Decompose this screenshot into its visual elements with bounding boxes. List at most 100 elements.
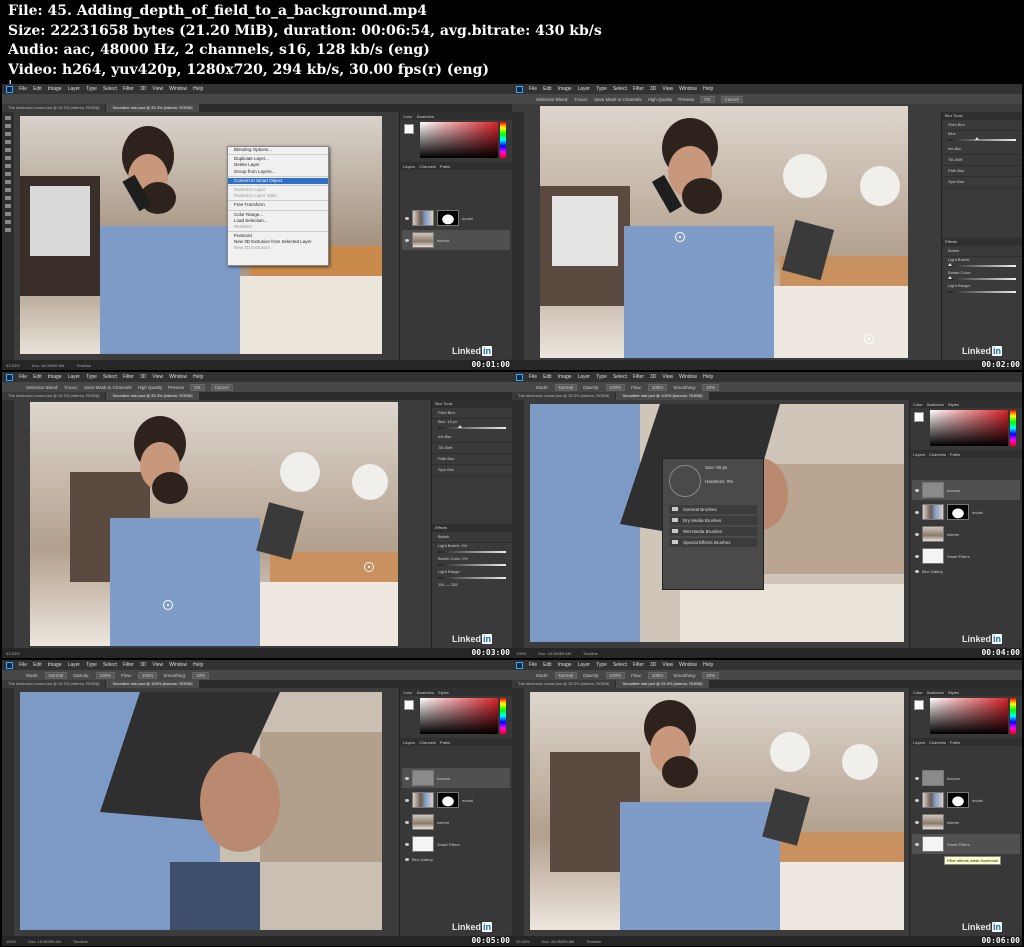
layer-row-interior[interactable]: interior [402,812,510,832]
flow-input[interactable]: 100% [647,383,668,391]
mode-select[interactable]: Normal [554,671,578,679]
tab-color[interactable]: Color [403,690,413,695]
lasso-tool-icon[interactable] [5,132,11,136]
layer-row-blur-gallery[interactable]: Blur Gallery [912,566,1020,576]
brush-folder[interactable]: Wet Media Brushes [669,527,757,536]
layer-mask-thumbnail[interactable] [437,792,459,808]
menu-select[interactable]: Select [613,374,627,380]
menu-help[interactable]: Help [703,86,713,92]
blur-pin-handle[interactable] [364,562,374,572]
eye-icon[interactable] [405,820,409,824]
tab-electronic-home[interactable]: The electronic home.psd @ 33.3% (interio… [2,104,106,112]
menu-view[interactable]: View [662,662,673,668]
menu-select[interactable]: Select [613,86,627,92]
document-canvas[interactable] [540,106,908,358]
menu-filter[interactable]: Filter [123,374,134,380]
slider-knob[interactable] [948,263,952,266]
menu-image[interactable]: Image [558,374,572,380]
layer-row-blur-gallery[interactable]: Blur Gallery [402,854,510,864]
context-item[interactable]: Free Transform [228,202,328,208]
cancel-button[interactable]: Cancel [210,383,233,391]
tilt-shift-item[interactable]: Tilt-Shift [942,155,1022,166]
tab-color[interactable]: Color [403,114,413,119]
tab-layers[interactable]: Layers [403,740,415,745]
filter-mask-thumbnail[interactable] [412,836,434,852]
layer-mask-thumbnail[interactable] [947,792,969,808]
tab-styles[interactable]: Styles [438,690,449,695]
layer-row-smart-filters[interactable]: Smart Filters [912,546,1020,566]
menu-type[interactable]: Type [86,374,97,380]
menu-3d[interactable]: 3D [650,86,656,92]
tab-swatches[interactable]: Swatches [417,690,434,695]
context-item[interactable]: Rasterize Layer Style [228,193,328,199]
menu-window[interactable]: Window [169,86,187,92]
brush-angle-icon[interactable] [669,465,701,497]
tab-smoother-hair[interactable]: Smoother hair.psd @ 33.3% (interior, RGB… [106,392,199,400]
layer-row-model[interactable]: model [402,790,510,810]
slider-knob[interactable] [458,425,463,428]
high-quality-checkbox[interactable]: High Quality [138,385,163,390]
light-bokeh-slider[interactable] [438,551,506,553]
eye-icon[interactable] [915,510,919,514]
menu-window[interactable]: Window [679,86,697,92]
tab-styles[interactable]: Styles [948,690,959,695]
menu-layer[interactable]: Layer [68,374,81,380]
flow-input[interactable]: 100% [647,671,668,679]
menu-help[interactable]: Help [703,662,713,668]
tab-channels[interactable]: Channels [419,164,436,169]
menu-image[interactable]: Image [558,662,572,668]
light-bokeh-value[interactable]: 0% [461,543,467,548]
eye-icon[interactable] [915,488,919,492]
menu-file[interactable]: File [529,86,537,92]
layer-row-model[interactable]: model [912,790,1020,810]
menu-image[interactable]: Image [48,374,62,380]
menu-3d[interactable]: 3D [650,662,656,668]
smoothing-input[interactable]: 10% [702,383,720,391]
eye-icon[interactable] [915,798,919,802]
spin-blur-item[interactable]: Spin Blur [942,177,1022,188]
menu-edit[interactable]: Edit [33,374,42,380]
tab-electronic-home[interactable]: The electronic home.psd @ 33.3% (interio… [2,680,106,688]
save-mask-checkbox[interactable]: Save Mask to Channels [84,385,132,390]
bokeh-color-slider[interactable] [948,276,1016,280]
iris-blur-item[interactable]: Iris Blur [942,144,1022,155]
timeline-label[interactable]: Timeline [583,651,598,656]
tab-layers[interactable]: Layers [403,164,415,169]
size-value[interactable]: 60 px [716,465,727,470]
menu-type[interactable]: Type [86,86,97,92]
document-canvas[interactable] [530,692,904,930]
context-item[interactable]: Reselect [228,224,328,230]
menu-view[interactable]: View [152,374,163,380]
eyedropper-tool-icon[interactable] [5,156,11,160]
menu-type[interactable]: Type [596,662,607,668]
tab-smoother-hair[interactable]: Smoother hair.psd @ 33.3% (interior, RGB… [106,104,199,112]
context-item[interactable]: Blending Options... [228,147,328,153]
stamp-tool-icon[interactable] [5,180,11,184]
menu-layer[interactable]: Layer [578,374,591,380]
brush-folder[interactable]: General Brushes [669,505,757,514]
type-tool-icon[interactable] [5,212,11,216]
eye-icon[interactable] [915,554,919,558]
tab-color[interactable]: Color [913,690,923,695]
color-picker-field[interactable] [930,410,1008,446]
tab-paths[interactable]: Paths [440,164,450,169]
filter-mask-thumbnail[interactable] [922,548,944,564]
range-high[interactable]: 255 [451,582,458,587]
menu-select[interactable]: Select [103,86,117,92]
menu-file[interactable]: File [19,374,27,380]
menu-type[interactable]: Type [596,374,607,380]
menu-view[interactable]: View [152,86,163,92]
timeline-label[interactable]: Timeline [76,363,91,368]
bokeh-color-slider[interactable] [438,564,506,566]
blur-slider[interactable] [948,137,1016,141]
field-blur-item[interactable]: Field Blur [942,120,1022,131]
slider-knob[interactable] [948,276,952,279]
opacity-input[interactable]: 100% [95,671,116,679]
tab-layers[interactable]: Layers [913,740,925,745]
menu-edit[interactable]: Edit [543,86,552,92]
menu-window[interactable]: Window [169,662,187,668]
eye-icon[interactable] [915,532,919,536]
bokeh-item[interactable]: Bokeh [942,246,1022,257]
eye-icon[interactable] [405,776,409,780]
menu-filter[interactable]: Filter [123,662,134,668]
